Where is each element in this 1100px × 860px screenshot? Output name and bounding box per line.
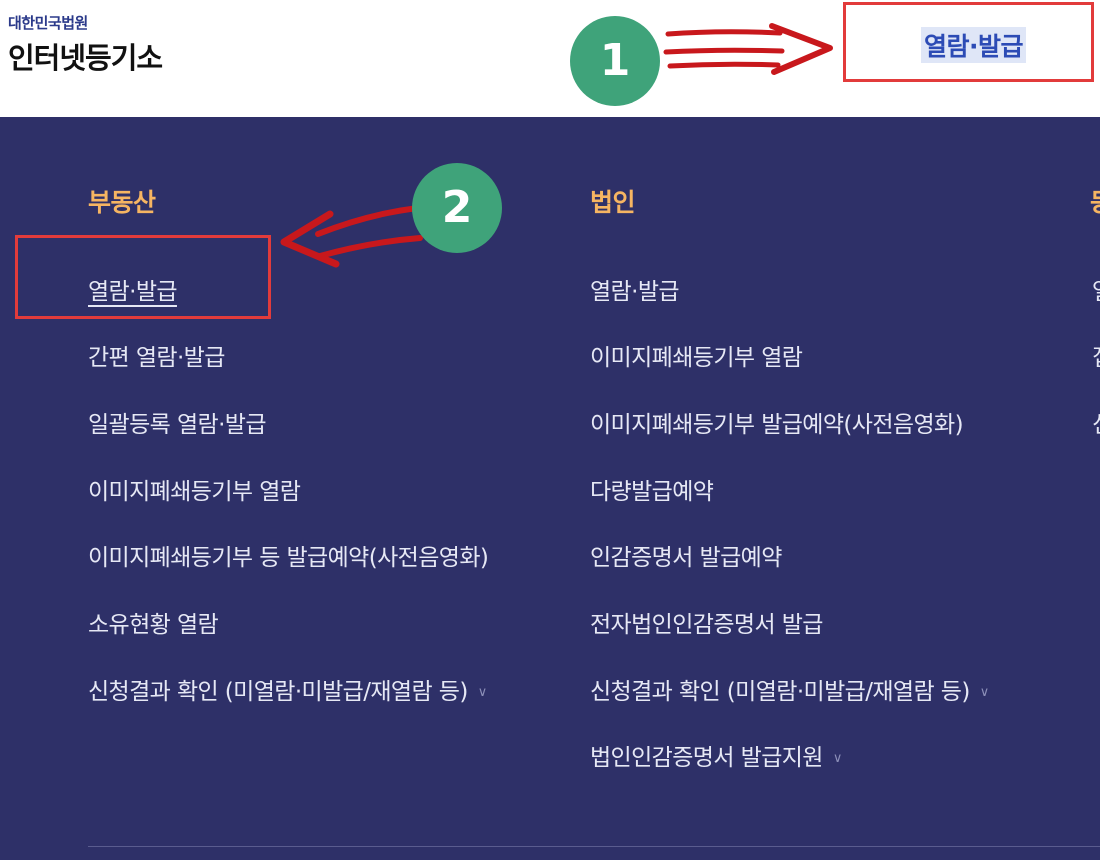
menu-item-corp-seal-reserve[interactable]: 인감증명서 발급예약 [590, 538, 782, 572]
menu-item-corp-e-seal-issue[interactable]: 전자법인인감증명서 발급 [590, 605, 823, 639]
chevron-down-icon: ∨ [979, 685, 990, 700]
menu-heading-real-estate: 부동산 [88, 188, 156, 217]
chevron-down-icon: ∨ [477, 685, 488, 700]
dropdown-mega-menu: 부동산 열람·발급 간편 열람·발급 일괄등록 열람·발급 이미지폐쇄등기부 열… [0, 0, 1100, 860]
menu-item-label: 신청결과 확인 (미열람·미발급/재열람 등) [88, 679, 468, 705]
menu-item-real-estate-image-closed-view[interactable]: 이미지폐쇄등기부 열람 [88, 472, 301, 506]
menu-heading-third: 동 [1090, 183, 1100, 219]
menu-heading-corporation: 법인 [590, 188, 636, 217]
menu-item-corp-bulk-reserve[interactable]: 다량발급예약 [590, 472, 714, 506]
menu-item-third-1[interactable]: 열 [1092, 272, 1100, 306]
chevron-down-icon: ∨ [832, 751, 843, 766]
highlight-box-step-2 [15, 235, 271, 319]
menu-item-label: 법인인감증명서 발급지원 [590, 745, 823, 771]
menu-item-third-3[interactable]: 신 [1092, 405, 1100, 439]
menu-item-corp-image-closed-view[interactable]: 이미지폐쇄등기부 열람 [590, 338, 803, 372]
menu-item-real-estate-bulk-view[interactable]: 일괄등록 열람·발급 [88, 405, 267, 439]
menu-item-corp-seal-support[interactable]: 법인인감증명서 발급지원 ∨ [590, 738, 842, 772]
menu-item-corp-image-closed-reserve[interactable]: 이미지폐쇄등기부 발급예약(사전음영화) [590, 405, 964, 439]
menu-item-real-estate-image-closed-reserve[interactable]: 이미지폐쇄등기부 등 발급예약(사전음영화) [88, 538, 489, 572]
menu-item-corp-result-check[interactable]: 신청결과 확인 (미열람·미발급/재열람 등) ∨ [590, 672, 989, 706]
menu-item-real-estate-result-check[interactable]: 신청결과 확인 (미열람·미발급/재열람 등) ∨ [88, 672, 487, 706]
menu-item-corp-view-issue[interactable]: 열람·발급 [590, 272, 680, 306]
menu-item-real-estate-simple-view[interactable]: 간편 열람·발급 [88, 338, 225, 372]
menu-item-third-2[interactable]: 집 [1092, 338, 1100, 372]
annotation-arrow-left-icon [280, 205, 423, 268]
menu-divider [88, 846, 1100, 847]
menu-item-real-estate-ownership-view[interactable]: 소유현황 열람 [88, 605, 219, 639]
step-badge-2: 2 [412, 163, 502, 253]
menu-item-label: 신청결과 확인 (미열람·미발급/재열람 등) [590, 679, 970, 705]
